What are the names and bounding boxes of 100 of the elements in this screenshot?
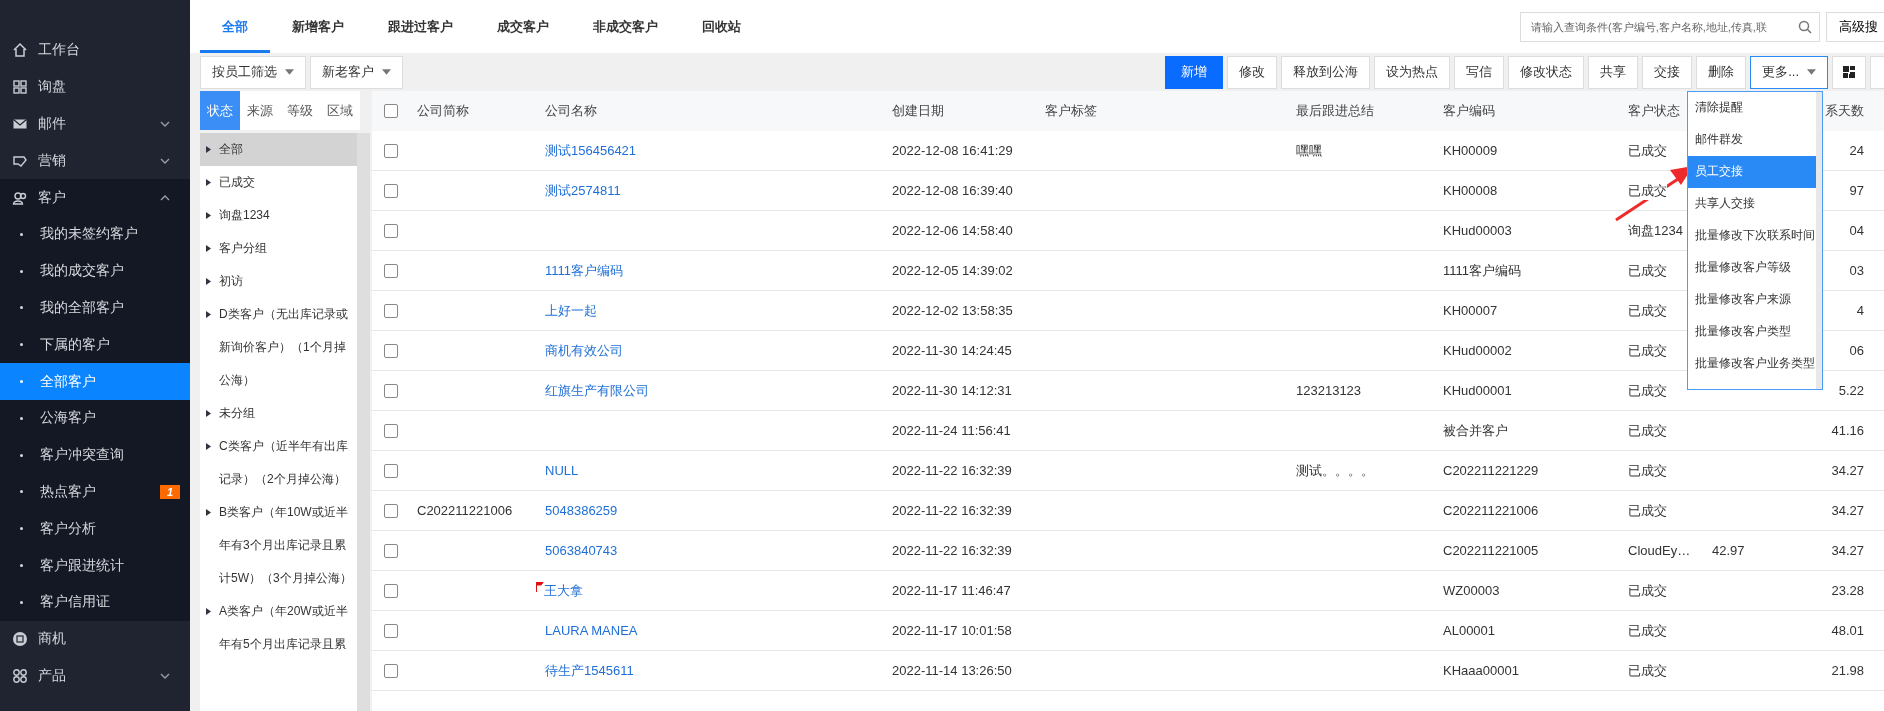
- company-link[interactable]: 王大拿: [544, 581, 583, 600]
- checkbox[interactable]: [384, 223, 398, 238]
- sidebar-subitem[interactable]: 客户冲突查询: [0, 436, 190, 474]
- tab[interactable]: 新增客户: [270, 0, 366, 53]
- menu-item[interactable]: 批量修改客户类型: [1688, 315, 1816, 348]
- sidebar-item[interactable]: 产品: [0, 657, 190, 695]
- toolbar-button[interactable]: 新增: [1165, 55, 1224, 89]
- sidebar-item[interactable]: 询盘: [0, 68, 190, 106]
- sidebar-item[interactable]: 商机: [0, 620, 190, 658]
- filter-item[interactable]: 客户分组: [200, 232, 357, 265]
- toolbar-button[interactable]: 写信: [1454, 55, 1505, 89]
- checkbox[interactable]: [384, 543, 398, 558]
- company-link[interactable]: LAURA MANEA: [545, 623, 638, 638]
- scrollbar[interactable]: [1816, 92, 1822, 389]
- sidebar-item[interactable]: 工作台: [0, 32, 190, 69]
- filter-item[interactable]: B类客户（年10W或近半年有3个月出库记录且累计5W）（3个月掉公海）: [200, 496, 357, 595]
- sidebar-subitem[interactable]: 我的成交客户: [0, 252, 190, 290]
- filter-item[interactable]: 初访: [200, 265, 357, 298]
- checkbox[interactable]: [384, 463, 398, 478]
- table-cell: 2022-12-08 16:39:40: [892, 183, 1013, 198]
- company-link[interactable]: 上好一起: [545, 301, 597, 320]
- filter-item[interactable]: D类客户（无出库记录或新询价客户）（1个月掉公海）: [200, 298, 357, 397]
- sidebar-item[interactable]: 客户: [0, 179, 190, 216]
- sidebar-subitem[interactable]: 热点客户 1: [0, 473, 190, 511]
- menu-item[interactable]: 批量修改客户业务类型: [1688, 347, 1816, 379]
- more-button[interactable]: 更多...: [1750, 55, 1828, 89]
- tab[interactable]: 非成交客户: [571, 0, 680, 53]
- table-cell: 询盘1234: [1628, 221, 1683, 240]
- checkbox[interactable]: [384, 423, 398, 438]
- company-link[interactable]: 5048386259: [545, 503, 618, 518]
- checkbox[interactable]: [384, 143, 398, 158]
- filter-tab[interactable]: 区域: [320, 91, 360, 130]
- company-link[interactable]: NULL: [545, 463, 579, 478]
- checkbox[interactable]: [384, 183, 398, 198]
- sidebar-subitem[interactable]: 公海客户: [0, 399, 190, 437]
- table-cell: 被合并客户: [1443, 421, 1508, 440]
- caret-right-icon: [206, 509, 211, 516]
- table-cell: KH00009: [1443, 143, 1498, 158]
- mail-icon: [12, 116, 28, 132]
- toolbar-button[interactable]: 修改: [1227, 55, 1278, 89]
- menu-item[interactable]: 批量修改客户来源: [1688, 283, 1816, 316]
- tab[interactable]: 成交客户: [475, 0, 571, 53]
- toolbar-button[interactable]: 删除: [1696, 55, 1747, 89]
- toolbar-button[interactable]: 共享: [1588, 55, 1639, 89]
- company-link[interactable]: 待生产1545611: [545, 661, 634, 680]
- menu-item[interactable]: 清除提醒: [1688, 92, 1816, 124]
- tab[interactable]: 全部: [200, 0, 270, 53]
- sidebar-item[interactable]: 营销: [0, 142, 190, 180]
- table-cell: 嘿嘿: [1296, 141, 1322, 160]
- columns-button[interactable]: [1832, 55, 1866, 89]
- menu-item[interactable]: 批量修改下次联系时间: [1688, 219, 1816, 252]
- table-cell: 2022-11-30 14:24:45: [892, 343, 1012, 358]
- tab[interactable]: 回收站: [680, 0, 763, 53]
- advanced-search-button[interactable]: 高级搜: [1826, 11, 1884, 42]
- checkbox[interactable]: [384, 663, 398, 678]
- company-link[interactable]: 5063840743: [545, 543, 618, 558]
- checkbox[interactable]: [384, 383, 398, 398]
- sidebar-subitem[interactable]: 客户信用证: [0, 583, 190, 621]
- caret-icon: [285, 69, 294, 75]
- menu-item[interactable]: 邮件群发: [1688, 123, 1816, 156]
- scrollbar[interactable]: [357, 133, 370, 711]
- tab[interactable]: 跟进过客户: [366, 0, 475, 53]
- menu-item[interactable]: 共享人交接: [1688, 187, 1816, 220]
- sidebar-subitem[interactable]: 下属的客户: [0, 326, 190, 364]
- checkbox[interactable]: [384, 104, 398, 118]
- company-link[interactable]: 测试2574811: [545, 181, 621, 200]
- filter-item[interactable]: 询盘1234: [200, 199, 357, 232]
- company-link[interactable]: 商机有效公司: [545, 341, 623, 360]
- toolbar-button[interactable]: 设为热点: [1374, 55, 1451, 89]
- search-field[interactable]: 请输入查询条件(客户编号,客户名称,地址,传真,联: [1520, 11, 1820, 42]
- sidebar-item[interactable]: 邮件: [0, 105, 190, 143]
- sidebar-subitem[interactable]: 我的全部客户: [0, 289, 190, 327]
- sidebar-subitem[interactable]: 全部客户: [0, 363, 190, 400]
- table-cell: 已成交: [1628, 581, 1667, 600]
- toolbar-button[interactable]: 释放到公海: [1281, 55, 1371, 89]
- checkbox[interactable]: [384, 263, 398, 278]
- checkbox[interactable]: [384, 623, 398, 638]
- company-link[interactable]: 1111客户编码: [545, 261, 624, 280]
- sidebar-subitem[interactable]: 我的未签约客户: [0, 216, 190, 253]
- filter-dropdown[interactable]: 新老客户: [310, 55, 403, 89]
- clover-icon: [12, 667, 28, 684]
- filter-dropdown[interactable]: 按员工筛选: [200, 55, 306, 89]
- filter-item[interactable]: A类客户（年20W或近半年有5个月出库记录且累: [200, 595, 357, 661]
- toolbar-button[interactable]: 修改状态: [1508, 55, 1585, 89]
- toolbar-button[interactable]: 交接: [1642, 55, 1693, 89]
- company-link[interactable]: 测试156456421: [545, 141, 637, 160]
- filter-item[interactable]: 全部: [200, 133, 357, 166]
- checkbox[interactable]: [384, 583, 398, 598]
- filter-item[interactable]: C类客户（近半年有出库记录）（2个月掉公海）: [200, 430, 357, 496]
- filter-tab[interactable]: 等级: [280, 91, 320, 130]
- checkbox[interactable]: [384, 343, 398, 358]
- filter-item[interactable]: 未分组: [200, 397, 357, 430]
- filter-tab[interactable]: 来源: [240, 91, 280, 130]
- checkbox[interactable]: [384, 503, 398, 518]
- filter-item[interactable]: 已成交: [200, 166, 357, 199]
- sidebar-subitem[interactable]: 客户分析: [0, 510, 190, 548]
- sidebar-subitem[interactable]: 客户跟进统计: [0, 547, 190, 584]
- checkbox[interactable]: [384, 303, 398, 318]
- menu-item[interactable]: 批量修改客户等级: [1688, 251, 1816, 284]
- company-link[interactable]: 红旗生产有限公司: [545, 381, 649, 400]
